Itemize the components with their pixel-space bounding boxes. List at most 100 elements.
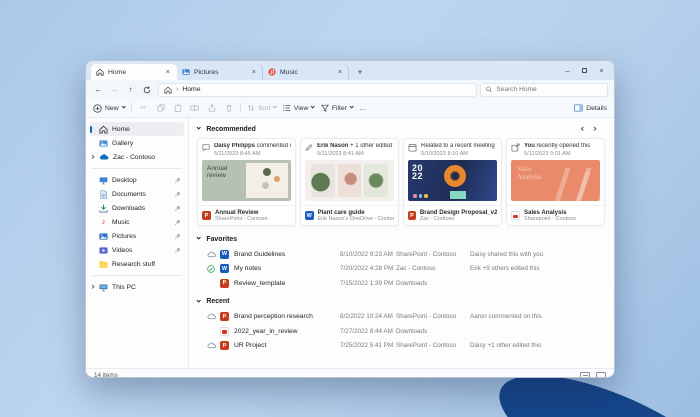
new-plus-icon	[93, 103, 102, 113]
delete-button[interactable]	[223, 103, 234, 114]
recommended-card-brand-design-proposal[interactable]: Related to a recent meeting 5/10/2023 8:…	[403, 138, 502, 226]
sidebar-item-pictures[interactable]: Pictures	[90, 229, 184, 243]
breadcrumb[interactable]: › Home	[158, 82, 477, 97]
view-button[interactable]: View	[283, 104, 316, 112]
sidebar-item-onedrive[interactable]: Zac - Contoso	[90, 150, 184, 164]
sidebar-item-home[interactable]: Home	[90, 122, 184, 136]
powerpoint-file-icon	[220, 278, 229, 288]
scroll-left-icon[interactable]	[580, 126, 586, 132]
file-explorer-window: Home × Pictures × Music × + – × ← → ↑ › …	[85, 60, 615, 378]
tab-close-icon[interactable]: ×	[336, 67, 344, 77]
sidebar-item-videos[interactable]: Videos	[90, 243, 184, 257]
paste-button[interactable]	[172, 103, 183, 114]
synced-check-icon	[207, 265, 220, 273]
pin-icon	[174, 247, 181, 253]
search-box[interactable]	[480, 82, 608, 97]
recommended-card-plant-care-guide[interactable]: Erik Nason + 1 other edited this 5/11/20…	[300, 138, 399, 226]
up-button[interactable]: ↑	[124, 83, 137, 96]
sidebar-item-desktop[interactable]: Desktop	[90, 173, 184, 187]
activity-date: 5/11/2023 8:45 AM	[213, 150, 261, 157]
search-input[interactable]	[496, 86, 602, 93]
cut-button[interactable]: ✂	[138, 103, 149, 114]
recommended-section-header[interactable]: Recommended	[196, 122, 606, 136]
file-location: Sharepoint - Contoso	[524, 216, 576, 222]
file-row-brand-guidelines[interactable]: Brand Guidelines 8/10/2022 9:23 AM Share…	[197, 247, 606, 262]
large-icons-view-button[interactable]	[596, 371, 606, 377]
view-label: View	[293, 104, 309, 112]
filter-icon	[320, 104, 329, 112]
file-row-brand-perception-research[interactable]: Brand perception research 8/2/2022 10:24…	[197, 310, 606, 325]
activity-text: Related to a recent meeting	[421, 143, 495, 149]
tab-music[interactable]: Music ×	[263, 64, 349, 80]
sort-button[interactable]: Sort	[247, 104, 278, 112]
section-title: Recent	[206, 298, 230, 305]
file-name: Brand Guidelines	[234, 250, 286, 258]
new-tab-button[interactable]: +	[353, 65, 367, 79]
sidebar-item-label: Videos	[112, 246, 133, 254]
see-more-button[interactable]: …	[359, 105, 366, 112]
file-row-my-notes[interactable]: My notes 7/20/2022 4:28 PM Zac - Contoso…	[197, 262, 606, 277]
chevron-down-icon[interactable]	[196, 125, 202, 131]
pin-icon	[174, 205, 181, 211]
maximize-button[interactable]	[576, 63, 593, 78]
chevron-right-icon[interactable]	[90, 154, 96, 160]
sidebar-separator	[92, 275, 182, 276]
activity-date: 5/11/2023 9:01 AM	[524, 150, 571, 157]
details-pane-icon	[574, 104, 584, 112]
sidebar-item-documents[interactable]: Documents	[90, 187, 184, 201]
close-button[interactable]: ×	[593, 63, 610, 78]
file-row-2022-year-in-review[interactable]: 2022_year_in_review 7/27/2022 8:44 AM Do…	[197, 324, 606, 339]
toolbar-divider	[240, 103, 241, 113]
new-button[interactable]: New	[93, 103, 126, 113]
chevron-right-icon[interactable]	[90, 284, 96, 290]
favorites-section-header[interactable]: Favorites	[196, 232, 606, 246]
actor-name: Daisy Philipps	[213, 143, 255, 149]
details-toggle-button[interactable]: Details	[574, 104, 607, 112]
rename-button[interactable]	[189, 103, 200, 114]
chevron-down-icon[interactable]	[196, 235, 202, 241]
file-row-review-template[interactable]: Review_template 7/15/2022 1:39 PM Downlo…	[197, 276, 606, 291]
sidebar-item-gallery[interactable]: Gallery	[90, 136, 184, 150]
tab-close-icon[interactable]: ×	[250, 67, 258, 77]
tab-pictures[interactable]: Pictures ×	[177, 64, 263, 80]
actor-name: Erik Nason	[317, 143, 349, 149]
file-row-ur-project[interactable]: UR Project 7/25/2022 5:41 PM SharePoint …	[197, 339, 606, 354]
tab-label: Home	[108, 68, 127, 76]
chevron-down-icon	[120, 104, 126, 110]
sidebar-item-label: Documents	[112, 190, 146, 198]
scroll-right-icon[interactable]	[591, 126, 597, 132]
chevron-down-icon	[310, 104, 316, 110]
recent-section-header[interactable]: Recent	[196, 295, 606, 309]
window-caption-buttons: – ×	[559, 61, 610, 80]
sidebar-item-this-pc[interactable]: This PC	[90, 280, 184, 294]
onedrive-cloud-icon	[100, 154, 109, 160]
sidebar-item-research-stuff[interactable]: Research stuff	[90, 257, 184, 271]
details-view-button[interactable]	[580, 371, 590, 377]
recommended-card-sales-analysis[interactable]: You recently opened this 5/11/2023 9:01 …	[506, 138, 605, 226]
sidebar-item-downloads[interactable]: Downloads	[90, 201, 184, 215]
sidebar-item-music[interactable]: ♪ Music	[90, 215, 184, 229]
share-button[interactable]	[206, 103, 217, 114]
filter-button[interactable]: Filter	[320, 104, 355, 112]
minimize-button[interactable]: –	[559, 63, 576, 78]
explorer-body: Home Gallery Zac - Contoso Desktop Docum…	[86, 118, 614, 368]
tab-close-icon[interactable]: ×	[164, 67, 172, 77]
back-button[interactable]: ←	[92, 83, 105, 96]
sidebar-item-label: This PC	[112, 283, 136, 291]
forward-button[interactable]: →	[108, 83, 121, 96]
tab-home[interactable]: Home ×	[91, 64, 177, 80]
chevron-down-icon[interactable]	[196, 298, 202, 303]
file-activity: Aaron commented on this	[470, 313, 542, 321]
tab-label: Music	[280, 68, 298, 76]
copy-button[interactable]	[155, 103, 166, 114]
pencil-icon	[305, 144, 313, 151]
chevron-down-icon	[272, 104, 278, 110]
share-icon	[208, 104, 215, 112]
refresh-button[interactable]	[140, 83, 153, 96]
tab-label: Pictures	[194, 68, 219, 76]
powerpoint-file-icon	[408, 211, 416, 220]
file-location: Zac - Contoso	[396, 265, 436, 273]
recommended-card-annual-review[interactable]: Daisy Philipps commented on... 5/11/2023…	[197, 138, 296, 226]
thumbnail-text: Sales	[517, 164, 532, 173]
toolbar-divider	[131, 103, 132, 113]
